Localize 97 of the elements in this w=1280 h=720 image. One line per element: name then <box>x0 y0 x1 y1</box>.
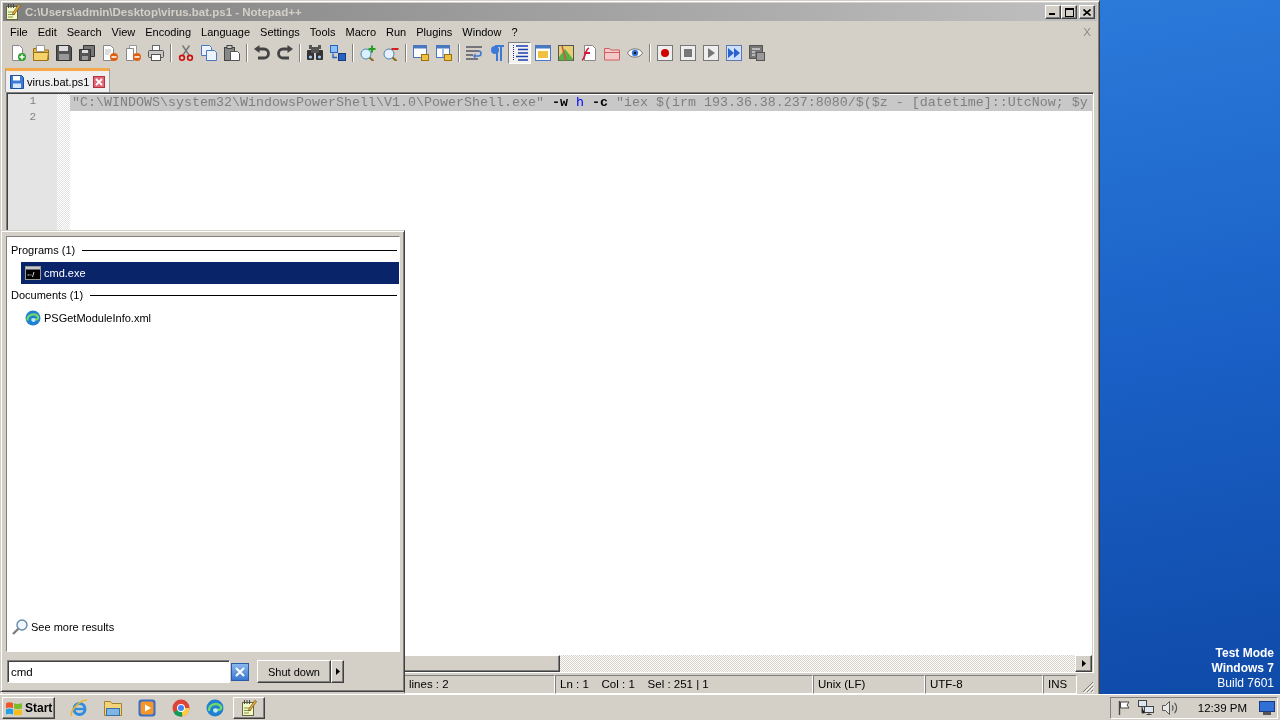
pilcrow-icon <box>488 45 505 61</box>
menu-item[interactable]: Plugins <box>411 26 458 38</box>
folder-icon <box>32 45 49 61</box>
minimize-button[interactable] <box>1045 5 1061 19</box>
round-browser-icon[interactable] <box>172 698 190 717</box>
swirl-browser-icon[interactable] <box>206 698 224 717</box>
stop-icon <box>679 45 696 61</box>
flag-icon[interactable] <box>1117 700 1130 715</box>
notepad-icon <box>5 4 21 20</box>
scroll-right-button[interactable] <box>1075 655 1092 672</box>
toolbar-button[interactable] <box>508 42 531 64</box>
resize-grip-icon[interactable] <box>1082 681 1094 693</box>
menu-item[interactable]: Macro <box>340 26 382 38</box>
redo-icon <box>276 45 293 61</box>
taskbar-button[interactable] <box>233 696 265 719</box>
undo-icon <box>253 45 270 61</box>
system-notice-text: Build 7601 <box>1217 676 1274 691</box>
status-field: lines : 2 <box>404 675 555 694</box>
menu-item[interactable]: ? <box>506 26 523 38</box>
start-button[interactable]: Start <box>2 696 55 719</box>
close-icon <box>1083 8 1091 16</box>
shut-down-button[interactable]: Shut down <box>257 660 331 683</box>
menu-item[interactable]: View <box>106 26 141 38</box>
menu-item[interactable]: Settings <box>255 26 305 38</box>
notepad-icon <box>241 699 257 716</box>
line-number: 1 <box>28 95 37 109</box>
menu-item[interactable]: Window <box>457 26 507 38</box>
search-icon <box>12 619 28 635</box>
menu-item[interactable]: Run <box>381 26 412 38</box>
group-heading: Documents (1) <box>11 289 84 301</box>
status-field: Ln : 1 Col : 1 Sel : 251 | 1 <box>555 675 813 694</box>
flag-logo-icon <box>5 699 23 716</box>
floppy-icon <box>10 74 24 89</box>
swirl-icon <box>25 310 41 326</box>
new-file-icon <box>9 45 26 61</box>
stacked-panels-icon <box>748 45 765 61</box>
floppy-stack-icon <box>78 45 95 61</box>
page-minus-icon <box>101 45 118 61</box>
tab[interactable]: virus.bat.ps1 <box>5 68 111 92</box>
play-tile-icon[interactable] <box>138 698 156 717</box>
caret-icon <box>335 668 340 675</box>
folder-icon <box>603 45 620 61</box>
map-icon <box>557 45 574 61</box>
menu-item[interactable]: Edit <box>32 26 62 38</box>
function-page-icon <box>580 45 597 61</box>
window-tile-icon <box>412 45 429 61</box>
printer-icon <box>147 45 164 61</box>
see-more-link[interactable]: See more results <box>12 619 115 635</box>
result-item[interactable]: cmd.exe <box>21 262 399 284</box>
squares-arrow-icon <box>329 45 346 61</box>
line-number: 2 <box>28 111 37 125</box>
system-notice-text: Windows 7 <box>1211 661 1274 676</box>
clock[interactable]: 12:39 PM <box>1197 701 1247 714</box>
window-title: C:\Users\admin\Desktop\virus.bat.ps1 - Notepad++ <box>25 6 303 18</box>
play-icon <box>702 45 719 61</box>
status-field: INS <box>1043 675 1077 694</box>
network-icon[interactable] <box>1137 700 1154 715</box>
menu-item[interactable]: File <box>5 26 33 38</box>
close-icon[interactable] <box>93 75 106 88</box>
status-field: Unix (LF) <box>813 675 925 694</box>
magnifier-minus-icon <box>382 45 399 61</box>
console-icon <box>25 266 41 280</box>
close-button[interactable] <box>1079 5 1095 19</box>
eye-icon <box>626 45 643 61</box>
search-field[interactable]: cmd <box>7 660 230 683</box>
speaker-icon[interactable] <box>1161 700 1178 715</box>
scrollbar-thumb[interactable] <box>402 655 560 672</box>
paste-icon <box>223 45 240 61</box>
status-field: UTF-8 <box>925 675 1043 694</box>
wrap-lines-icon <box>465 45 482 61</box>
maximize-button[interactable] <box>1061 5 1077 19</box>
group-heading: Programs (1) <box>11 244 76 256</box>
menu-item[interactable]: Tools <box>304 26 341 38</box>
folder-icon[interactable] <box>104 699 122 716</box>
magnifier-plus-icon <box>359 45 376 61</box>
close-icon <box>235 666 245 677</box>
maximize-icon <box>1064 7 1074 17</box>
menu-item[interactable]: Encoding <box>140 26 197 38</box>
right-arrow-icon <box>1081 660 1086 667</box>
menu-item[interactable]: Language <box>196 26 256 38</box>
result-item[interactable]: PSGetModuleInfo.xml <box>21 307 399 329</box>
monitor-icon[interactable] <box>1259 700 1275 715</box>
framed-window-icon <box>534 45 551 61</box>
shut-down-options-button[interactable] <box>331 660 344 683</box>
save-icon <box>55 45 72 61</box>
copy-icon <box>200 45 217 61</box>
record-icon <box>656 45 673 61</box>
indent-lines-icon <box>511 45 528 61</box>
fast-forward-icon <box>725 45 742 61</box>
minimize-icon <box>1049 13 1055 15</box>
menu-item[interactable]: Search <box>61 26 107 38</box>
binoculars-icon <box>306 45 323 61</box>
clear-search-button[interactable] <box>231 662 249 681</box>
system-notice-text: Test Mode <box>1215 646 1274 661</box>
pages-minus-icon <box>124 45 141 61</box>
window-tile-icon <box>435 45 452 61</box>
scissors-icon <box>177 45 194 61</box>
